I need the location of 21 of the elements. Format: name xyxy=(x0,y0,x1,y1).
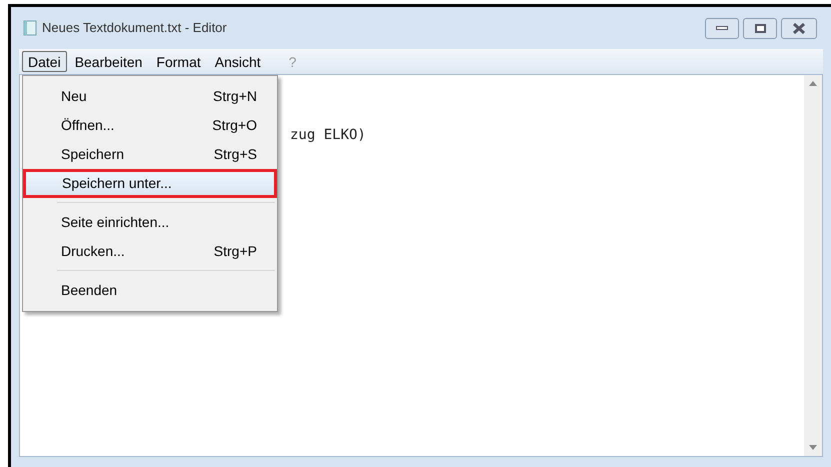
maximize-button[interactable] xyxy=(743,18,777,38)
minimize-button[interactable] xyxy=(705,18,739,38)
menu-item[interactable]: Drucken... Strg+P xyxy=(25,237,275,266)
vertical-scrollbar[interactable] xyxy=(804,75,822,456)
menu-item[interactable]: Seite einrichten... xyxy=(25,208,275,237)
window-title: Neues Textdokument.txt - Editor xyxy=(42,19,227,38)
menu-bar-item[interactable]: Format xyxy=(150,51,207,72)
notepad-icon xyxy=(23,20,37,36)
menu-item[interactable]: Öffnen... Strg+O xyxy=(25,111,275,140)
menu-bar-item[interactable]: Ansicht xyxy=(208,51,267,72)
menu-item[interactable]: Speichern Strg+S xyxy=(25,140,275,169)
scroll-up-icon xyxy=(809,81,817,86)
menu-item[interactable]: Neu Strg+N xyxy=(25,82,275,111)
scroll-down-icon xyxy=(809,445,817,450)
menu-bar-item[interactable]: Datei xyxy=(22,51,67,72)
menu-item[interactable]: Speichern unter... xyxy=(23,169,277,198)
menu-bar-item[interactable]: Bearbeiten xyxy=(68,51,148,72)
close-icon xyxy=(792,22,806,34)
text-line: zug ELKO) xyxy=(290,126,367,145)
menu-item[interactable]: Beenden xyxy=(25,276,275,305)
close-button[interactable] xyxy=(781,18,817,38)
